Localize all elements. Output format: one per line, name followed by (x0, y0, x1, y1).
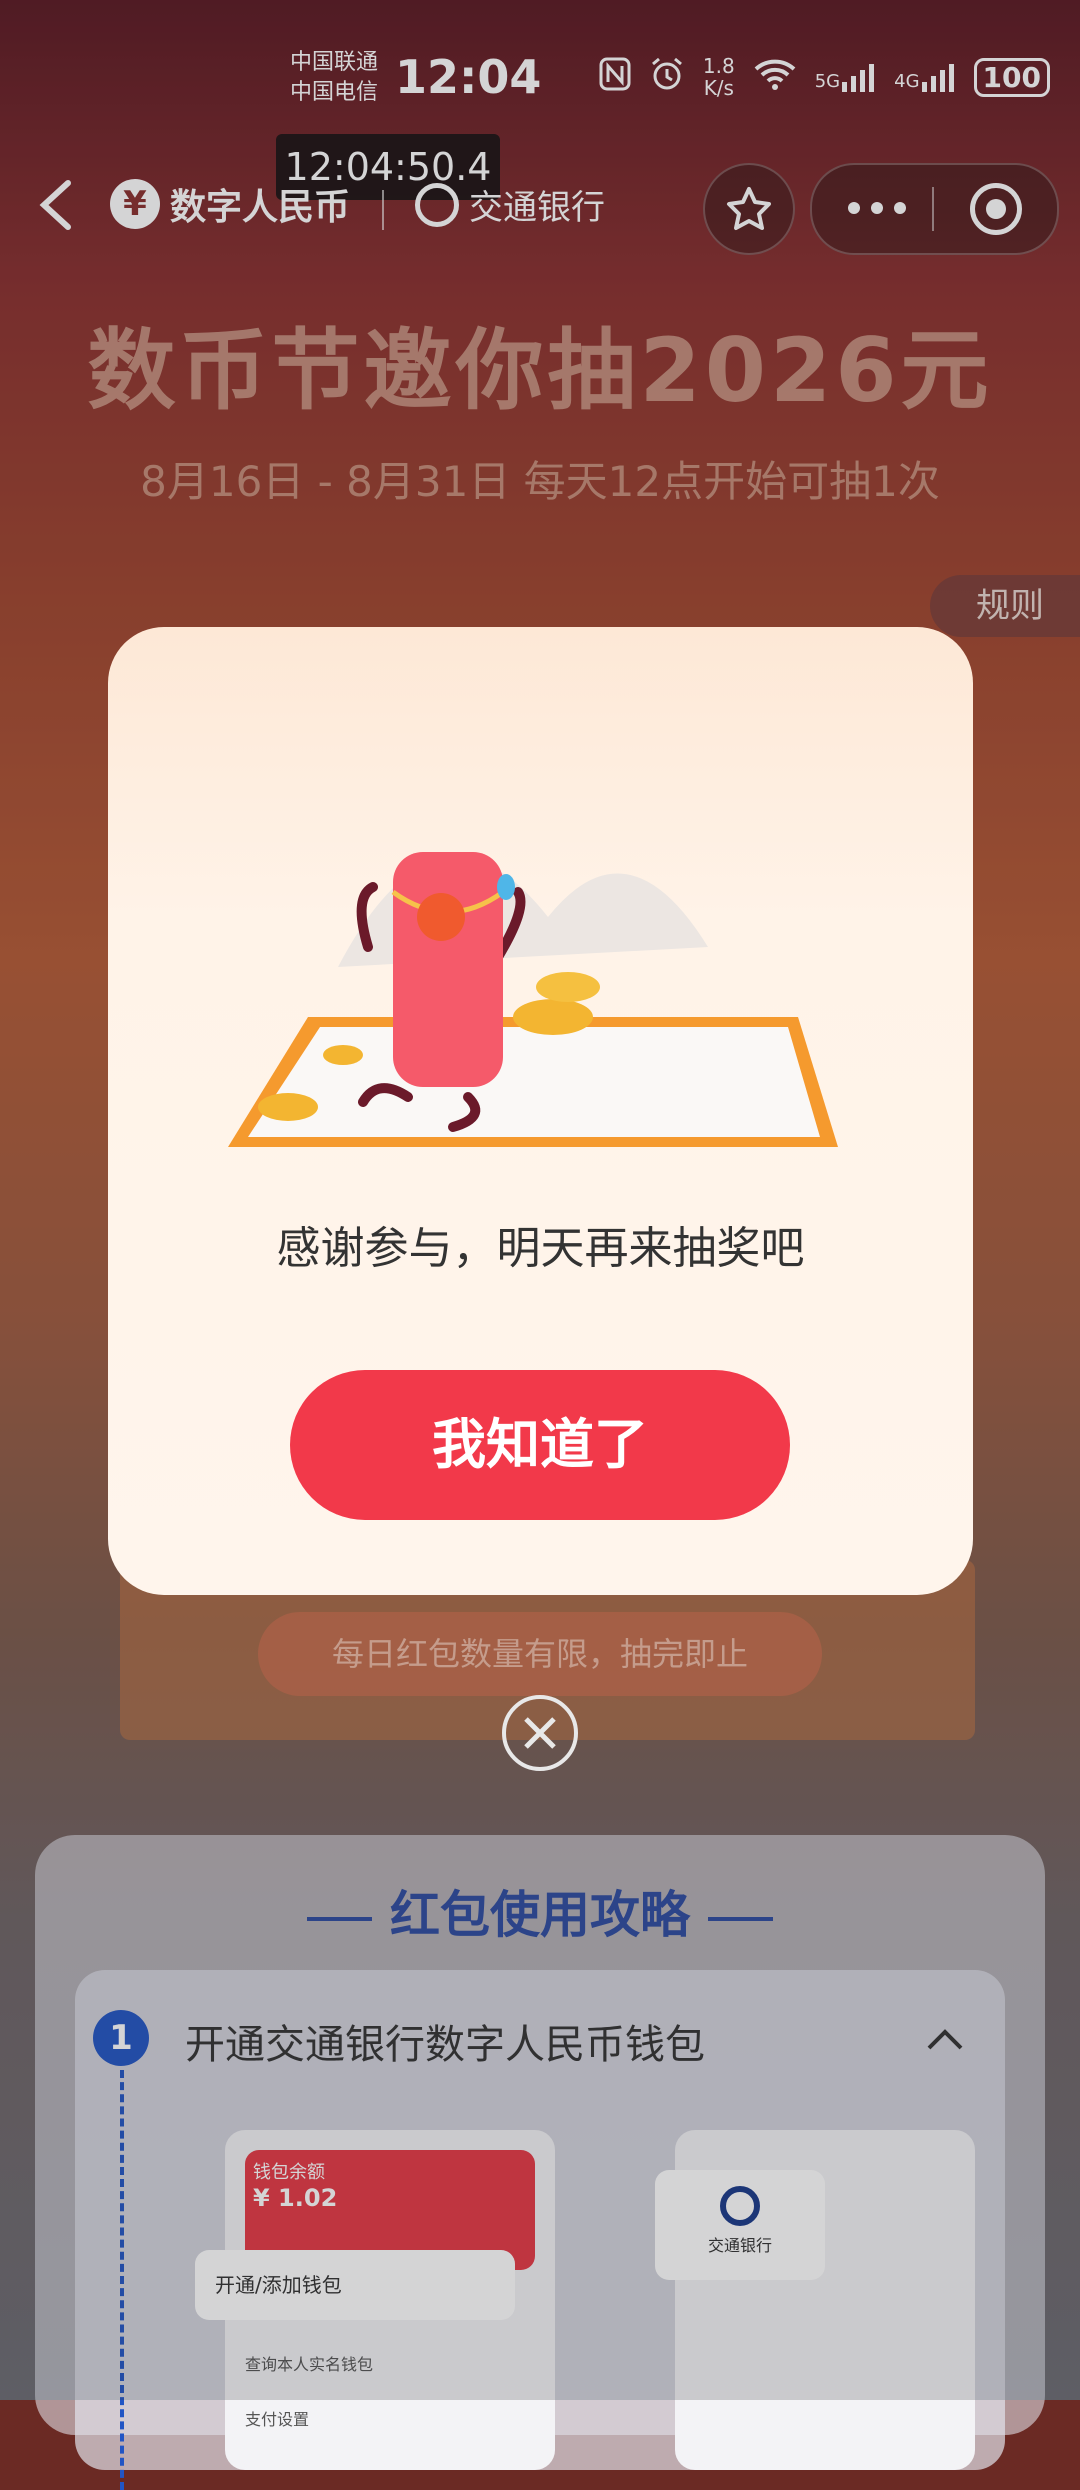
acknowledge-button[interactable]: 我知道了 (290, 1370, 790, 1520)
close-dialog-button[interactable] (500, 1693, 580, 1773)
close-icon (502, 1695, 578, 1771)
red-envelope-illustration (228, 852, 838, 1147)
result-message: 感谢参与，明天再来抽奖吧 (276, 1223, 805, 1274)
result-dialog: 感谢参与，明天再来抽奖吧 我知道了 (108, 627, 973, 1595)
wallet-mock-row: 支付设置 (245, 2410, 310, 2429)
